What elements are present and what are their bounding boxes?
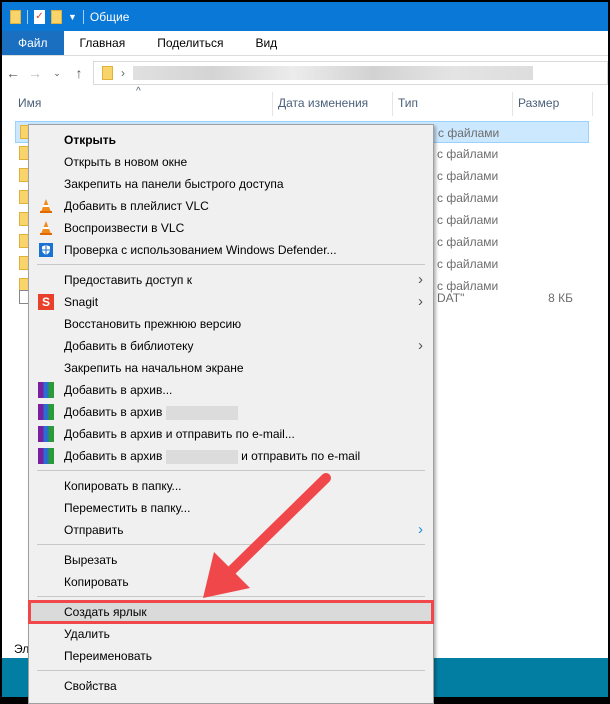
chevron-right-icon: › — [418, 293, 423, 310]
blurred-filename — [165, 405, 238, 420]
tab-share[interactable]: Поделиться — [141, 31, 239, 55]
menu-label: Добавить в архив — [64, 405, 163, 419]
menu-separator — [29, 593, 433, 601]
column-date[interactable]: Дата изменения — [278, 96, 368, 110]
new-folder-icon[interactable] — [51, 9, 62, 24]
winrar-icon — [38, 404, 54, 420]
defender-shield-icon — [39, 243, 53, 257]
menu-create-shortcut[interactable]: Создать ярлык — [28, 600, 434, 624]
menu-label: Проверка с использованием Windows Defend… — [64, 243, 337, 257]
back-icon[interactable]: ← — [2, 65, 24, 81]
window-title: Общие — [89, 9, 130, 24]
menu-move-to[interactable]: Переместить в папку... — [29, 497, 433, 519]
menu-label: Предоставить доступ к — [64, 273, 192, 287]
menu-add-archive[interactable]: Добавить в архив... — [29, 379, 433, 401]
address-bar[interactable]: › — [93, 61, 608, 85]
menu-add-archive-named[interactable]: Добавить в архив — [29, 401, 433, 423]
column-headers: ^ Имя Дата изменения Тип Размер — [2, 86, 608, 116]
forward-icon[interactable]: → — [24, 65, 46, 81]
menu-archive-email[interactable]: Добавить в архив и отправить по e-mail..… — [29, 423, 433, 445]
menu-open-new-window[interactable]: Открыть в новом окне — [29, 151, 433, 173]
address-row: ← → ⌄ ↑ › — [2, 59, 608, 87]
title-bar: ✓ ▼ Общие — [2, 2, 608, 31]
menu-rename[interactable]: Переименовать — [29, 645, 433, 667]
menu-label: Отправить — [64, 523, 124, 537]
menu-label: и отправить по e-mail — [241, 449, 361, 463]
menu-copy-to[interactable]: Копировать в папку... — [29, 475, 433, 497]
chevron-right-icon: › — [418, 337, 423, 354]
blurred-path — [133, 66, 533, 80]
menu-open[interactable]: Открыть — [29, 129, 433, 151]
menu-properties[interactable]: Свойства — [29, 675, 433, 697]
tab-home[interactable]: Главная — [64, 31, 142, 55]
customize-dropdown-icon[interactable]: ▼ — [68, 12, 77, 22]
ribbon-tabs: Файл Главная Поделиться Вид — [2, 31, 608, 56]
menu-pin-start[interactable]: Закрепить на начальном экране — [29, 357, 433, 379]
winrar-icon — [38, 382, 54, 398]
menu-label: Добавить в архив и отправить по e-mail..… — [64, 427, 295, 441]
menu-label: Добавить в библиотеку — [64, 339, 194, 353]
menu-cut[interactable]: Вырезать — [29, 549, 433, 571]
menu-vlc-add[interactable]: Добавить в плейлист VLC — [29, 195, 433, 217]
context-menu: Открыть Открыть в новом окне Закрепить н… — [28, 124, 434, 704]
menu-label: Добавить в плейлист VLC — [64, 199, 209, 213]
up-icon[interactable]: ↑ — [68, 65, 90, 81]
winrar-icon — [38, 426, 54, 442]
blurred-filename — [165, 449, 238, 464]
menu-label: Snagit — [64, 295, 99, 309]
menu-label: Добавить в архив — [64, 449, 163, 463]
folder-icon — [102, 66, 113, 80]
chevron-right-icon: › — [418, 521, 423, 538]
menu-label: Воспроизвести в VLC — [64, 221, 185, 235]
properties-icon[interactable]: ✓ — [34, 9, 45, 24]
menu-separator — [29, 261, 433, 269]
menu-delete[interactable]: Удалить — [29, 623, 433, 645]
vlc-icon — [40, 199, 52, 213]
menu-separator — [29, 667, 433, 675]
menu-share-with[interactable]: Предоставить доступ к › — [29, 269, 433, 291]
menu-add-library[interactable]: Добавить в библиотеку › — [29, 335, 433, 357]
folder-icon — [10, 9, 21, 24]
status-bar-text: Эл — [14, 642, 30, 656]
chevron-right-icon: › — [121, 66, 125, 80]
menu-restore-version[interactable]: Восстановить прежнюю версию — [29, 313, 433, 335]
chevron-right-icon: › — [418, 271, 423, 288]
sort-up-icon: ^ — [136, 86, 141, 97]
menu-separator — [29, 467, 433, 475]
menu-archive-named-email[interactable]: Добавить в архив и отправить по e-mail — [29, 445, 433, 467]
column-name[interactable]: Имя — [18, 96, 41, 110]
winrar-icon — [38, 448, 54, 464]
tab-file[interactable]: Файл — [2, 31, 64, 55]
vlc-icon — [40, 221, 52, 235]
menu-send-to[interactable]: Отправить › — [29, 519, 433, 541]
recent-dropdown-icon[interactable]: ⌄ — [46, 68, 68, 79]
tab-view[interactable]: Вид — [239, 31, 293, 55]
menu-copy[interactable]: Копировать — [29, 571, 433, 593]
menu-label: Добавить в архив... — [64, 383, 173, 397]
column-size[interactable]: Размер — [518, 96, 559, 110]
snagit-icon: S — [38, 294, 54, 310]
menu-separator — [29, 541, 433, 549]
menu-snagit[interactable]: S Snagit › — [29, 291, 433, 313]
menu-pin-quick-access[interactable]: Закрепить на панели быстрого доступа — [29, 173, 433, 195]
menu-defender-scan[interactable]: Проверка с использованием Windows Defend… — [29, 239, 433, 261]
column-type[interactable]: Тип — [398, 96, 418, 110]
menu-vlc-play[interactable]: Воспроизвести в VLC — [29, 217, 433, 239]
